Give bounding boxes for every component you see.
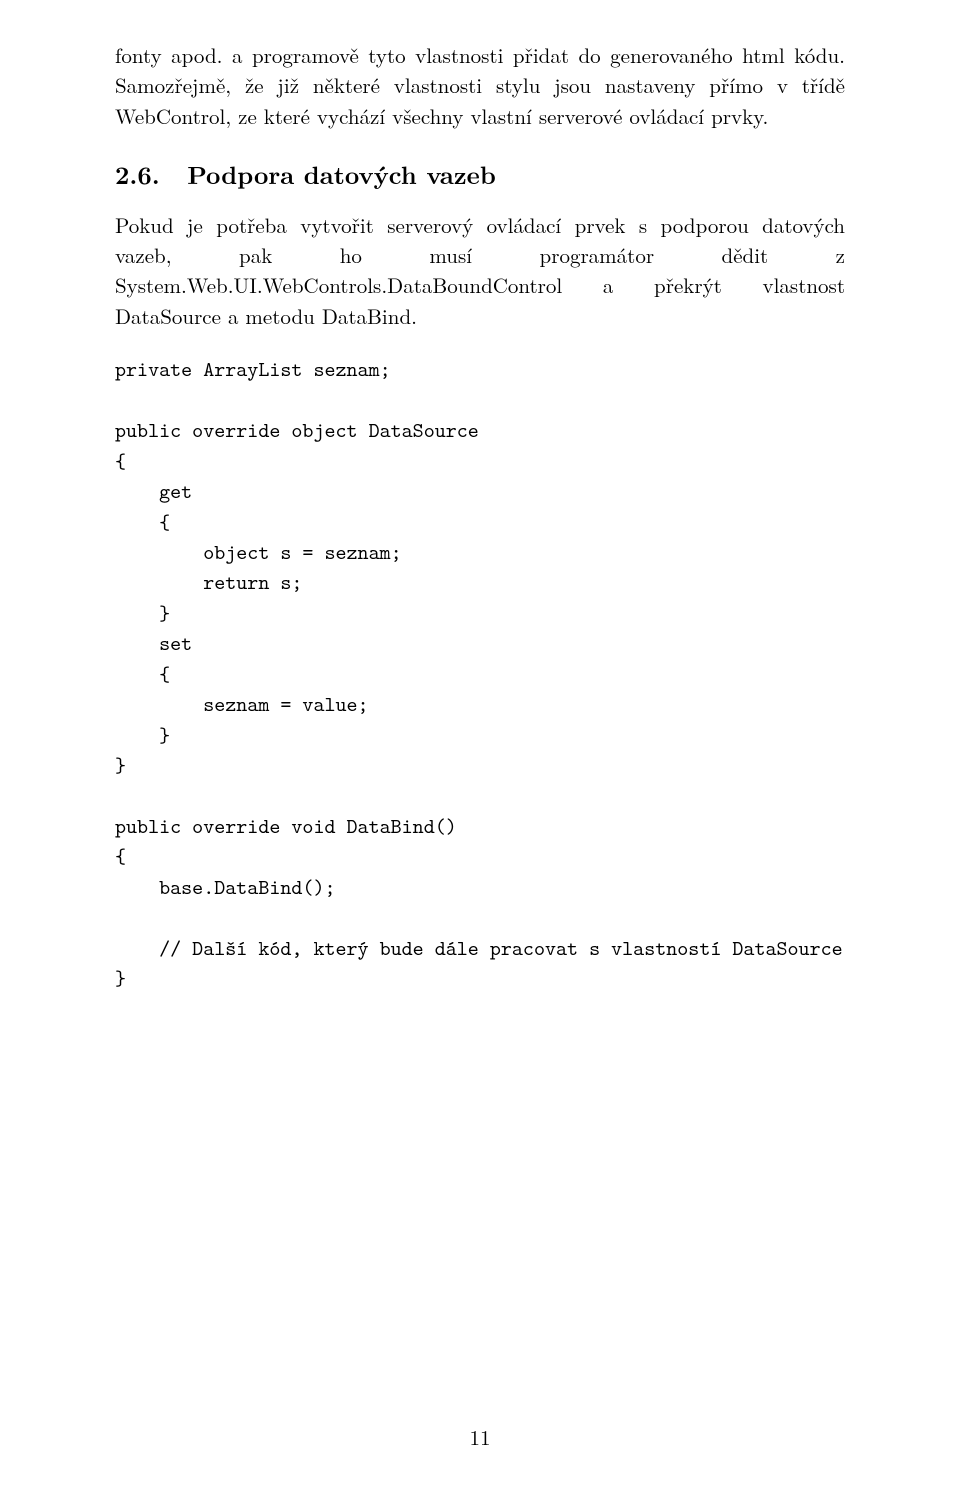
- page-number: 11: [0, 1422, 960, 1452]
- page: fonty apod. a programově tyto vlastnosti…: [0, 0, 960, 1512]
- paragraph-body: Pokud je potřeba vytvořit serverový ovlá…: [115, 210, 845, 332]
- code-block: private ArrayList seznam; public overrid…: [115, 354, 845, 993]
- section-number: 2.6.: [115, 157, 160, 192]
- section-heading: 2.6. Podpora datových vazeb: [115, 157, 845, 192]
- paragraph-intro: fonty apod. a programově tyto vlastnosti…: [115, 40, 845, 131]
- section-title: Podpora datových vazeb: [187, 157, 496, 192]
